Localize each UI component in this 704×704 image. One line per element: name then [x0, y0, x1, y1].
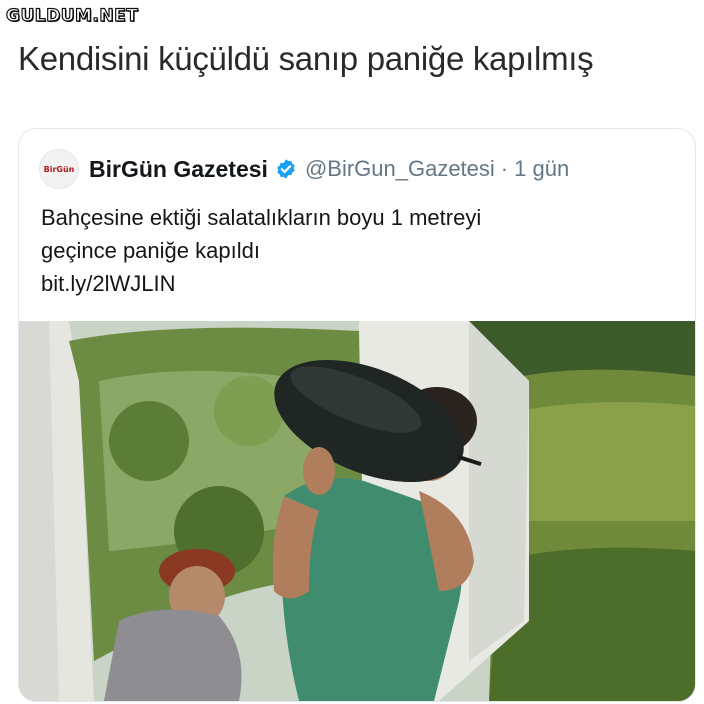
- display-name[interactable]: BirGün Gazetesi: [89, 156, 268, 183]
- tweet-text-line: geçince paniğe kapıldı: [41, 238, 260, 263]
- site-watermark: GULDUM.NET: [5, 5, 139, 26]
- avatar[interactable]: BirGün: [39, 149, 79, 189]
- verified-badge-icon: [275, 158, 297, 180]
- tweet-text: Bahçesine ektiği salatalıkların boyu 1 m…: [41, 201, 661, 300]
- tweet-text-line: Bahçesine ektiği salatalıkların boyu 1 m…: [41, 205, 482, 230]
- tweet-card[interactable]: BirGün BirGün Gazetesi @BirGun_Gazetesi …: [18, 128, 696, 702]
- user-handle[interactable]: @BirGun_Gazetesi: [305, 156, 495, 182]
- tweet-link[interactable]: bit.ly/2lWJLIN: [41, 267, 661, 300]
- separator-dot: ·: [500, 156, 509, 181]
- tweet-timestamp[interactable]: 1 gün: [514, 156, 569, 182]
- tweet-photo[interactable]: [19, 321, 695, 701]
- meme-caption: Kendisini küçüldü sanıp paniğe kapılmış: [18, 40, 594, 77]
- tweet-header: BirGün BirGün Gazetesi @BirGun_Gazetesi …: [39, 149, 569, 189]
